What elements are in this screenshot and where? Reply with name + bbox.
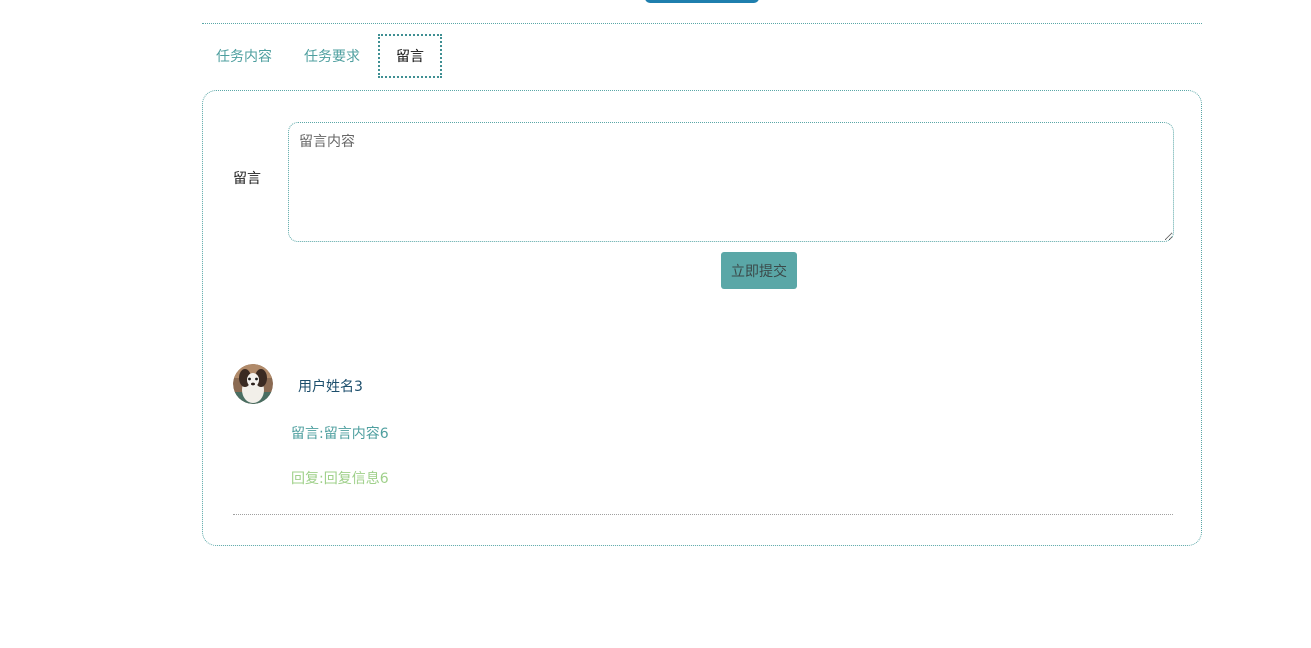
dog-avatar-icon — [233, 364, 273, 404]
submit-button[interactable]: 立即提交 — [721, 252, 797, 289]
message-panel: 留言 立即提交 — [202, 90, 1202, 546]
comment-divider — [233, 514, 1173, 515]
tab-task-content[interactable]: 任务内容 — [202, 34, 286, 78]
comment-user-name: 用户姓名3 — [298, 379, 363, 395]
comment-reply: 回复:回复信息6 — [291, 471, 389, 487]
tab-messages[interactable]: 留言 — [378, 34, 442, 78]
tab-bar: 任务内容 任务要求 留言 — [202, 34, 442, 78]
top-divider — [202, 23, 1202, 24]
message-input[interactable] — [288, 122, 1174, 242]
page: 任务内容 任务要求 留言 留言 立即提交 — [0, 0, 1311, 648]
comment-item: 用户姓名3 留言:留言内容6 回复:回复信息6 — [233, 364, 1173, 516]
top-button-stub[interactable] — [645, 0, 759, 3]
comment-message: 留言:留言内容6 — [291, 426, 389, 442]
tab-task-requirements[interactable]: 任务要求 — [290, 34, 374, 78]
message-field-label: 留言 — [233, 171, 261, 187]
